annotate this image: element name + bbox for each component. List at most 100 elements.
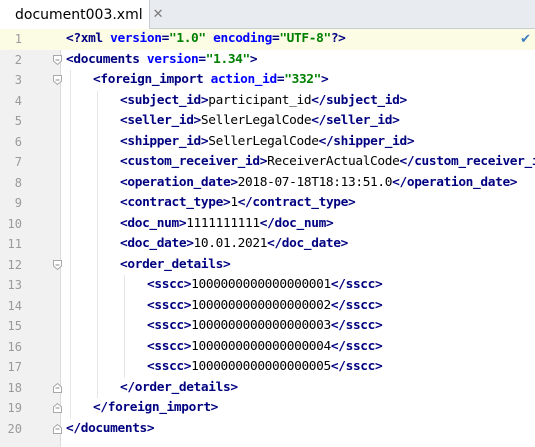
code-line[interactable]: 5 <seller_id>SellerLegalCode</seller_id>	[0, 111, 535, 132]
code-line[interactable]: 18 </order_details>	[0, 378, 535, 399]
fold-marker-icon[interactable]	[53, 75, 62, 85]
line-number: 1	[14, 32, 22, 46]
line-number: 18	[7, 380, 22, 395]
code-text: <documents version="1.34">	[66, 50, 258, 71]
code-line[interactable]: 11 <doc_date>10.01.2021</doc_date>	[0, 234, 535, 255]
fold-marker-icon[interactable]	[53, 259, 62, 270]
xml-attribute-value: "1.34"	[205, 51, 250, 67]
code-line[interactable]: 2 <documents version="1.34">	[0, 50, 535, 71]
xml-text: 1111111111	[186, 215, 260, 231]
code-editor[interactable]: 1 <?xml version="1.0" encoding="UTF-8"?> 2…	[0, 29, 535, 447]
code-text: <seller_id>SellerLegalCode</seller_id>	[120, 111, 400, 132]
xml-tag: <contract_type>	[120, 195, 231, 210]
code-line[interactable]: 3 <foreign_import action_id="332">	[0, 70, 535, 91]
xml-tag: </foreign_import>	[93, 400, 219, 415]
xml-tag: </sscc>	[330, 277, 383, 292]
code-text: <doc_num>1111111111</doc_num>	[120, 214, 334, 235]
xml-tag: <shipper_id>	[120, 133, 209, 149]
xml-text: SellerLegalCode	[208, 133, 319, 149]
xml-attribute: version	[110, 31, 162, 46]
xml-tag: <documents	[66, 51, 147, 67]
indent-guide	[124, 275, 125, 378]
code-line[interactable]: 12 <order_details>	[0, 255, 535, 276]
xml-tag: >	[249, 51, 258, 67]
xml-tag: <sscc>	[147, 277, 192, 292]
xml-tag: <sscc>	[147, 318, 192, 333]
code-line[interactable]: 6 <shipper_id>SellerLegalCode</shipper_id…	[0, 132, 535, 153]
code-line[interactable]: 13 <sscc>1000000000000000001</sscc>	[0, 275, 535, 296]
code-line[interactable]: 1 <?xml version="1.0" encoding="UTF-8"?>	[0, 29, 535, 50]
xml-tag: <doc_date>	[120, 236, 194, 251]
code-text: <order_details>	[120, 255, 231, 276]
code-text: <subject_id>participant_id</subject_id>	[120, 91, 407, 112]
line-number: 5	[14, 114, 22, 128]
xml-tag: </sscc>	[330, 359, 383, 374]
xml-tag: <?	[66, 31, 81, 46]
editor-tab-bar: document003.xml ✕	[0, 0, 535, 29]
xml-tag: <sscc>	[147, 359, 192, 374]
xml-tag: </documents>	[66, 420, 155, 436]
indent-guide	[70, 70, 71, 419]
xml-tag: <order_details>	[120, 256, 231, 272]
code-line[interactable]: 8 <operation_date>2018-07-18T18:13:51.0</…	[0, 173, 535, 194]
close-icon[interactable]: ✕	[153, 7, 164, 22]
xml-tag: <subject_id>	[120, 92, 209, 108]
xml-tag: <operation_date>	[120, 174, 238, 190]
code-text: </order_details>	[120, 378, 238, 399]
tab-document003-xml[interactable]: document003.xml ✕	[0, 0, 164, 29]
xml-attribute-value: "1.0"	[168, 31, 206, 46]
xml-tag: =	[161, 31, 170, 46]
code-line[interactable]: 14 <sscc>1000000000000000002</sscc>	[0, 296, 535, 317]
xml-tag: <sscc>	[147, 338, 192, 354]
xml-attribute: encoding	[213, 31, 272, 46]
code-text: <sscc>1000000000000000004</sscc>	[147, 337, 383, 358]
code-text: </documents>	[66, 419, 155, 440]
code-text: <sscc>1000000000000000005</sscc>	[147, 357, 383, 378]
line-number: 11	[7, 237, 22, 251]
line-number: 19	[7, 401, 22, 415]
inspection-ok-icon[interactable]: ✔	[520, 32, 531, 47]
xml-text: 2018-07-18T18:13:51.0	[237, 174, 393, 190]
code-text: <doc_date>10.01.2021</doc_date>	[120, 234, 348, 255]
xml-text: 1000000000000000003	[191, 318, 331, 333]
line-number: 4	[14, 93, 22, 108]
xml-text: 1	[230, 195, 238, 210]
line-number: 12	[7, 257, 22, 272]
fold-marker-icon[interactable]	[53, 54, 62, 65]
code-line[interactable]: 7 <custom_receiver_id>ReceiverActualCode<…	[0, 152, 535, 173]
xml-attribute: version	[146, 51, 199, 67]
xml-tag: </sscc>	[330, 297, 383, 313]
code-text: <?xml version="1.0" encoding="UTF-8"?>	[66, 29, 346, 50]
xml-tag: </contract_type>	[237, 195, 356, 210]
fold-end-icon[interactable]	[53, 423, 62, 434]
xml-text: 1000000000000000001	[191, 277, 331, 292]
xml-text: participant_id	[208, 92, 312, 108]
xml-tag: </seller_id>	[311, 113, 400, 128]
line-number: 20	[7, 421, 22, 436]
code-line[interactable]: 19 </foreign_import>	[0, 398, 535, 419]
xml-tag: </sscc>	[330, 338, 383, 354]
code-line[interactable]: 4 <subject_id>participant_id</subject_id>	[0, 91, 535, 112]
tab-label: document003.xml	[15, 6, 143, 23]
fold-end-icon[interactable]	[53, 403, 62, 413]
code-text: <contract_type>1</contract_type>	[120, 193, 356, 214]
xml-tag: xml	[80, 31, 111, 46]
line-number: 15	[7, 319, 22, 333]
indent-guide	[97, 90, 98, 398]
line-number: 16	[7, 339, 22, 354]
fold-end-icon[interactable]	[53, 382, 62, 393]
code-line[interactable]: 9 <contract_type>1</contract_type>	[0, 193, 535, 214]
code-text: <sscc>1000000000000000003</sscc>	[147, 316, 383, 337]
code-text: <shipper_id>SellerLegalCode</shipper_id>	[120, 132, 415, 153]
line-number: 9	[14, 196, 22, 210]
xml-tag: >	[321, 72, 329, 87]
xml-text: ReceiverActualCode	[267, 154, 400, 169]
code-line[interactable]: 20 </documents>	[0, 419, 535, 440]
code-line[interactable]: 10 <doc_num>1111111111</doc_num>	[0, 214, 535, 235]
line-number: 10	[7, 216, 22, 231]
code-line[interactable]: 15 <sscc>1000000000000000003</sscc>	[0, 316, 535, 337]
code-line[interactable]: 17 <sscc>1000000000000000005</sscc>	[0, 357, 535, 378]
xml-tag: </doc_date>	[267, 236, 348, 251]
line-number: 6	[14, 134, 22, 149]
code-line[interactable]: 16 <sscc>1000000000000000004</sscc>	[0, 337, 535, 358]
